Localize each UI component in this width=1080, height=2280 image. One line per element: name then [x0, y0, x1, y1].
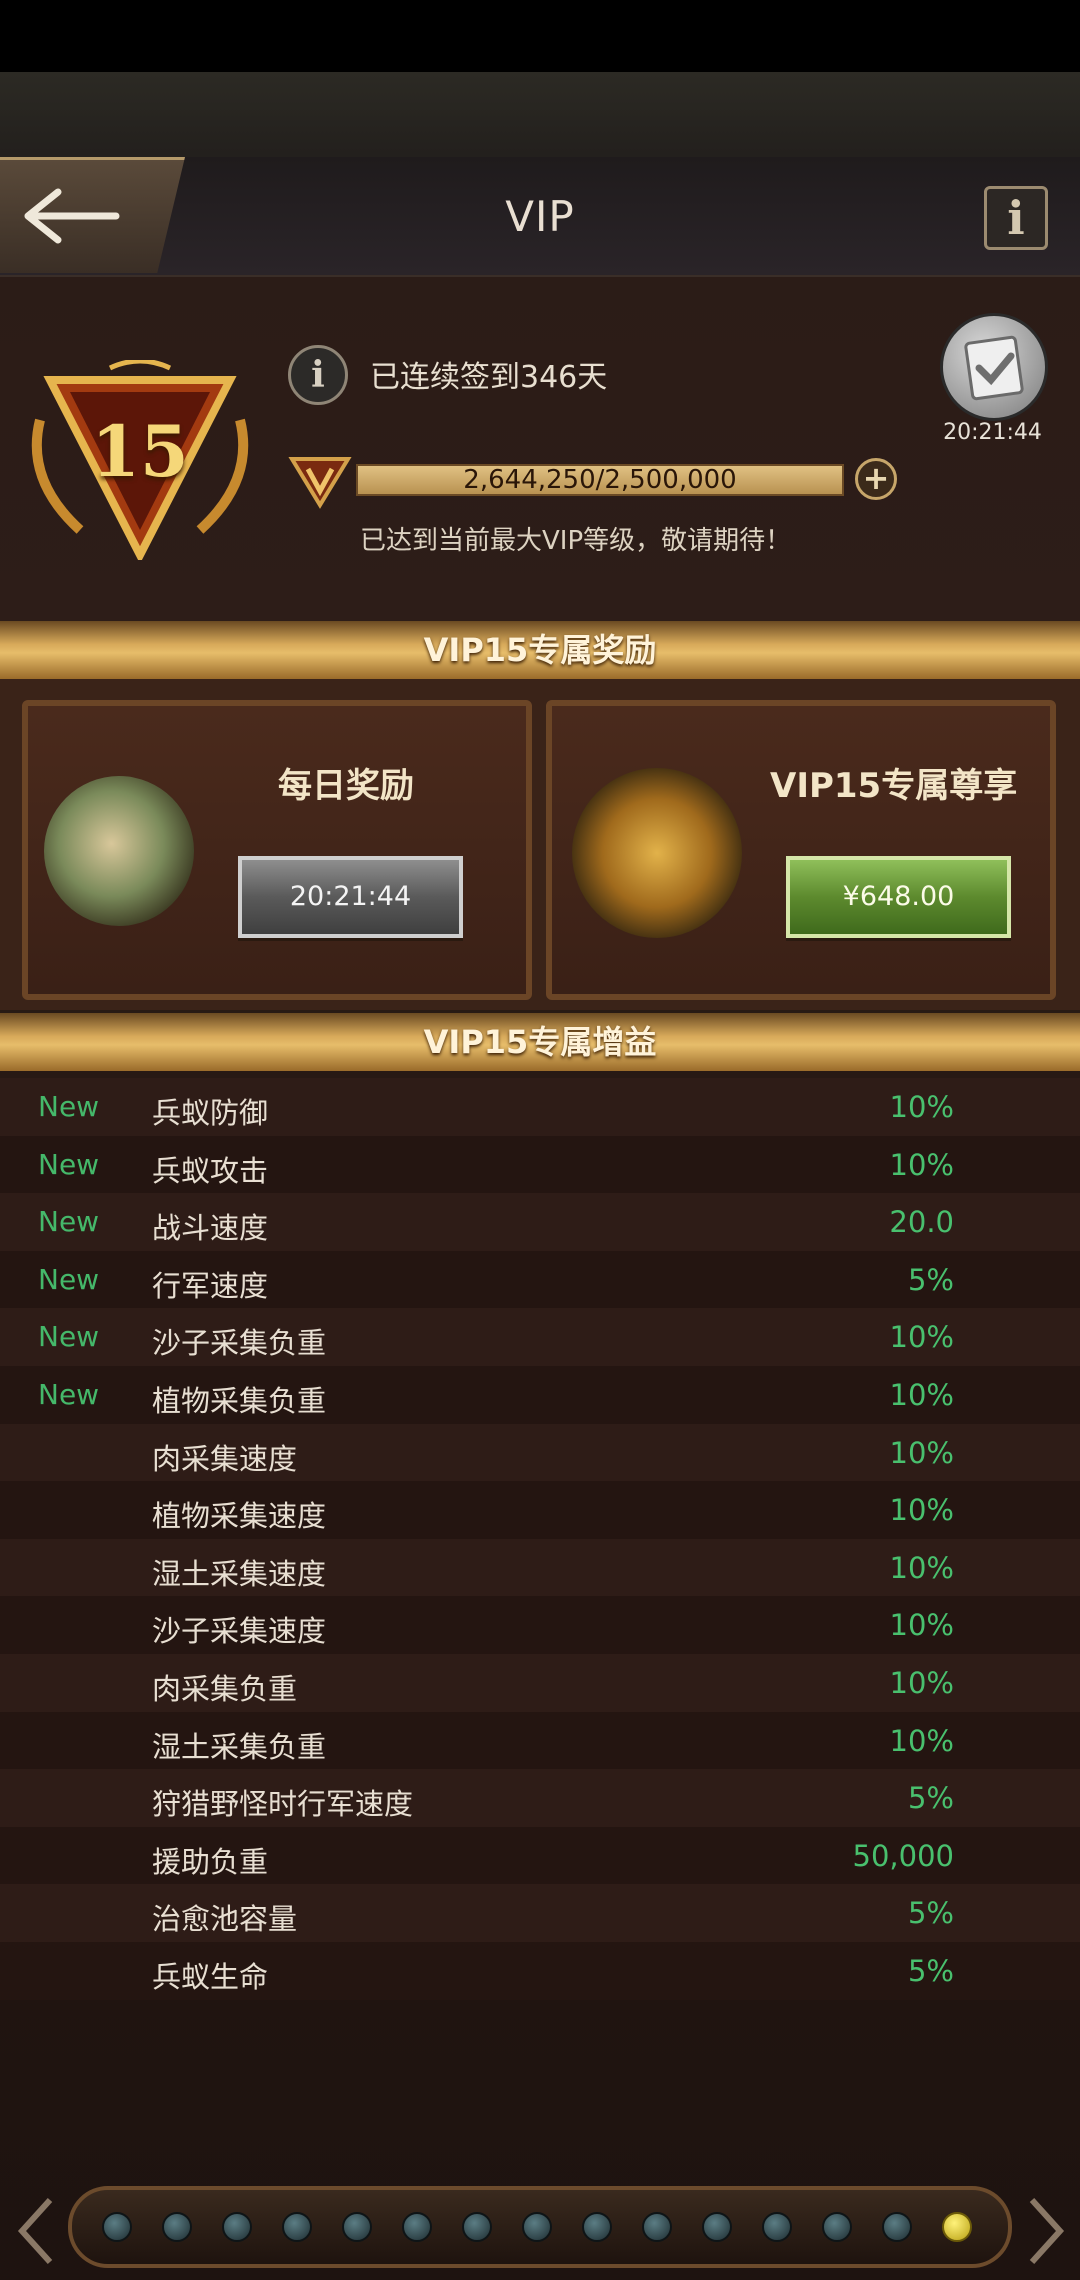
- buff-name: 狩猎野怪时行军速度: [152, 1787, 414, 1822]
- buff-name: 沙子采集速度: [152, 1614, 327, 1649]
- pager-dot[interactable]: [702, 2212, 732, 2242]
- buff-name: 治愈池容量: [152, 1902, 298, 1937]
- buff-row: 肉采集负重 10%: [0, 1653, 1080, 1712]
- pager-dot[interactable]: [882, 2212, 912, 2242]
- buff-row: 援助负重 50,000: [0, 1826, 1080, 1885]
- buff-row: 兵蚁生命 5%: [0, 1941, 1080, 2000]
- pager-next-icon[interactable]: [1024, 2196, 1068, 2266]
- buff-row: 湿土采集负重 10%: [0, 1711, 1080, 1770]
- buff-value: 10%: [889, 1147, 954, 1182]
- buff-value: 5%: [907, 1896, 954, 1931]
- pager-dot[interactable]: [822, 2212, 852, 2242]
- buff-value: 10%: [889, 1550, 954, 1585]
- buff-name: 植物采集负重: [152, 1383, 327, 1418]
- buff-row: 治愈池容量 5%: [0, 1884, 1080, 1942]
- buff-row: New 行军速度 5%: [0, 1250, 1080, 1309]
- pager-dot[interactable]: [162, 2212, 192, 2242]
- buffs-banner: VIP15专属增益: [0, 1013, 1080, 1071]
- vip-level-number: 15: [91, 410, 189, 493]
- shell-reward-icon: [44, 776, 194, 926]
- new-tag: New: [38, 1262, 100, 1296]
- buff-row: New 战斗速度 20.0: [0, 1193, 1080, 1251]
- buff-name: 肉采集负重: [152, 1671, 298, 1706]
- pager-dot[interactable]: [582, 2212, 612, 2242]
- beetle-reward-icon: [572, 768, 742, 938]
- buff-name: 肉采集速度: [152, 1441, 298, 1476]
- vip-level-badge: 15: [20, 358, 260, 564]
- pager-dot[interactable]: [342, 2212, 372, 2242]
- buff-name: 战斗速度: [152, 1211, 269, 1246]
- vip-level-pager: [68, 2186, 1012, 2268]
- new-tag: New: [38, 1147, 100, 1181]
- purchase-button[interactable]: ¥648.00: [786, 856, 1011, 938]
- buff-row: 狩猎野怪时行军速度 5%: [0, 1769, 1080, 1827]
- pager-dot[interactable]: [102, 2212, 132, 2242]
- pager-dot[interactable]: [762, 2212, 792, 2242]
- buff-name: 行军速度: [152, 1268, 269, 1303]
- vip-points-progress: 2,644,250/2,500,000: [356, 464, 844, 496]
- buff-row: New 兵蚁防御 10%: [0, 1078, 1080, 1136]
- status-bar: [0, 0, 1080, 72]
- buff-name: 沙子采集负重: [152, 1326, 327, 1361]
- pager-dot[interactable]: [222, 2212, 252, 2242]
- buff-name: 湿土采集速度: [152, 1556, 327, 1591]
- signin-info-icon[interactable]: i: [288, 345, 348, 405]
- page-title: VIP: [505, 192, 575, 241]
- buff-value: 10%: [889, 1090, 954, 1124]
- buff-list: New 兵蚁防御 10% New 兵蚁攻击 10% New 战斗速度 20.0 New 行军速度 5%…: [0, 1078, 1080, 2000]
- buff-value: 5%: [907, 1781, 954, 1816]
- exclusive-reward-title: VIP15专属尊享: [770, 766, 1018, 806]
- vip-points-text: 2,644,250/2,500,000: [463, 465, 737, 495]
- buff-value: 50,000: [852, 1838, 954, 1873]
- pager-dot[interactable]: [462, 2212, 492, 2242]
- buff-name: 援助负重: [152, 1844, 269, 1879]
- buff-row: 肉采集速度 10%: [0, 1423, 1080, 1482]
- buff-value: 10%: [889, 1435, 954, 1470]
- buff-name: 植物采集速度: [152, 1499, 327, 1534]
- buff-row: 植物采集速度 10%: [0, 1481, 1080, 1539]
- daily-reward-card[interactable]: 每日奖励 20:21:44: [22, 700, 532, 1000]
- pager-dots: [102, 2212, 972, 2242]
- buff-value: 10%: [889, 1608, 954, 1643]
- new-tag: New: [38, 1320, 100, 1354]
- buff-row: New 沙子采集负重 10%: [0, 1308, 1080, 1366]
- info-button[interactable]: i: [984, 186, 1048, 250]
- buff-value: 10%: [889, 1723, 954, 1758]
- pager-dot[interactable]: [282, 2212, 312, 2242]
- add-points-button[interactable]: +: [855, 458, 897, 500]
- max-level-notice: 已达到当前最大VIP等级，敬请期待！: [360, 526, 792, 556]
- checkmark-icon: [964, 335, 1024, 401]
- buff-value: 10%: [889, 1377, 954, 1412]
- vip-points-icon: [288, 457, 352, 509]
- pager-prev-icon[interactable]: [14, 2196, 58, 2266]
- buff-value: 5%: [907, 1953, 954, 1988]
- signin-streak-text: 已连续签到346天: [370, 360, 608, 395]
- signin-countdown: 20:21:44: [943, 420, 1042, 445]
- pager-dot[interactable]: [402, 2212, 432, 2242]
- rewards-banner: VIP15专属奖励: [0, 621, 1080, 679]
- buff-name: 兵蚁攻击: [152, 1153, 269, 1188]
- buff-value: 10%: [889, 1320, 954, 1355]
- buff-row: New 植物采集负重 10%: [0, 1365, 1080, 1424]
- buff-value: 20.0: [889, 1205, 954, 1240]
- buff-name: 兵蚁防御: [152, 1096, 269, 1130]
- buff-row: 湿土采集速度 10%: [0, 1538, 1080, 1597]
- new-tag: New: [38, 1205, 100, 1239]
- pager-dot[interactable]: [642, 2212, 672, 2242]
- daily-reward-title: 每日奖励: [278, 766, 414, 806]
- pager-dot[interactable]: [522, 2212, 552, 2242]
- new-tag: New: [38, 1090, 100, 1123]
- exclusive-reward-card[interactable]: VIP15专属尊享 ¥648.00: [546, 700, 1056, 1000]
- buff-value: 10%: [889, 1665, 954, 1700]
- buff-name: 兵蚁生命: [152, 1959, 269, 1994]
- buff-row: New 兵蚁攻击 10%: [0, 1135, 1080, 1194]
- buff-value: 5%: [907, 1262, 954, 1297]
- new-tag: New: [38, 1377, 100, 1411]
- pager-dot[interactable]: [942, 2212, 972, 2242]
- buff-name: 湿土采集负重: [152, 1729, 327, 1764]
- buff-row: 沙子采集速度 10%: [0, 1596, 1080, 1654]
- signin-calendar-icon[interactable]: [940, 313, 1048, 421]
- buff-value: 10%: [889, 1493, 954, 1528]
- daily-reward-timer[interactable]: 20:21:44: [238, 856, 463, 938]
